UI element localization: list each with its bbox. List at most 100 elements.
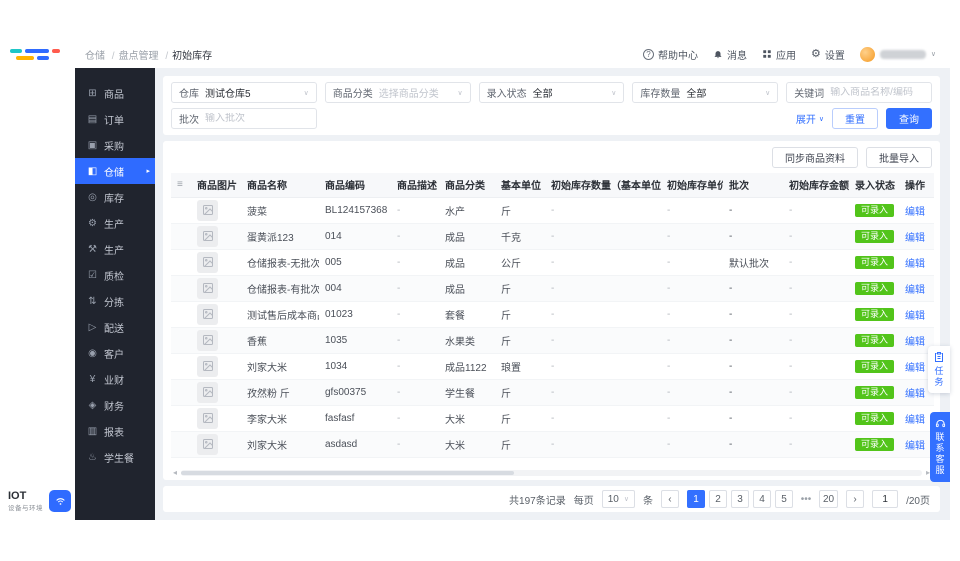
tasks-floating-button[interactable]: 任务 (928, 346, 950, 393)
settings-button[interactable]: ⚙ 设置 (811, 47, 845, 62)
product-code: gfs00375 (325, 386, 367, 398)
search-button[interactable]: 查询 (886, 108, 932, 129)
scrollbar-track[interactable] (181, 469, 922, 476)
edit-link[interactable]: 编辑 (905, 207, 925, 218)
contact-support-label: 联系客服 (934, 432, 945, 476)
product-desc: - (397, 386, 401, 398)
initial-qty: - (551, 360, 555, 372)
product-name: 仓储报表-无批次 (247, 258, 319, 270)
product-desc: - (397, 256, 401, 268)
product-name: 菠菜 (247, 206, 267, 218)
stock-qty-select[interactable]: 库存数量 全部 ∨ (632, 82, 779, 103)
user-menu[interactable]: ∨ (859, 46, 936, 62)
brand-logo-icon (9, 49, 60, 60)
per-page-select[interactable]: 10 ∨ (601, 490, 635, 508)
base-unit: 千克 (501, 232, 521, 244)
sidebar-item-label: 库存 (104, 193, 124, 205)
sync-products-button[interactable]: 同步商品资料 (772, 147, 858, 168)
entry-status-select[interactable]: 录入状态 全部 ∨ (478, 82, 625, 103)
next-page-button[interactable]: › (846, 490, 865, 508)
sidebar-item-reports[interactable]: ▥ 报表 ▸ (75, 418, 155, 444)
inventory-table: ≡ 商品图片 商品名称 商品编码 商品描述 商品分类 基本单位 初始库存数量（基… (171, 173, 934, 458)
product-category: 套餐 (445, 310, 465, 322)
messages-button[interactable]: 消息 (713, 47, 747, 62)
filter-caret-icon[interactable]: ▼ (898, 184, 899, 190)
keyword-label: 关键词 (794, 89, 825, 100)
table-row: 刘家大米 asdasd - 大米 斤 - - - - 可录入 编辑 (171, 431, 934, 458)
sidebar-item-customers[interactable]: ◉ 客户 ▸ (75, 340, 155, 366)
page-list: 1 2 3 4 5 ••• 20 (686, 490, 839, 508)
product-name: 香蕉 (247, 336, 267, 348)
image-icon (202, 439, 213, 449)
sidebar-item-production-2[interactable]: ⚒ 生产 ▸ (75, 236, 155, 262)
contact-support-button[interactable]: 联系客服 (930, 412, 950, 482)
sidebar-item-inventory[interactable]: ◎ 库存 ▸ (75, 184, 155, 210)
initial-price: - (667, 438, 671, 450)
iot-product-switcher[interactable]: IOT 设备与环境 (8, 490, 71, 512)
sidebar-item-student-meal[interactable]: ♨ 学生餐 ▸ (75, 444, 155, 470)
warehouse-icon: ◧ (87, 165, 98, 177)
edit-link[interactable]: 编辑 (905, 363, 925, 374)
page-button[interactable]: ••• (797, 490, 815, 508)
per-page-unit: 条 (642, 495, 653, 507)
initial-price: - (667, 360, 671, 372)
sidebar-item-label: 质检 (104, 271, 124, 283)
sidebar-item-quality-check[interactable]: ☑ 质检 ▸ (75, 262, 155, 288)
help-center-button[interactable]: ? 帮助中心 (643, 47, 698, 62)
bulk-import-button[interactable]: 批量导入 (866, 147, 932, 168)
page-button[interactable]: 4 (752, 490, 771, 508)
col-initial-qty: 初始库存数量（基本单位） (545, 173, 661, 198)
edit-link[interactable]: 编辑 (905, 259, 925, 270)
sidebar-item-business-finance[interactable]: ¥ 业财 ▸ (75, 366, 155, 392)
sidebar-item-finance[interactable]: ◈ 财务 ▸ (75, 392, 155, 418)
edit-link[interactable]: 编辑 (905, 415, 925, 426)
breadcrumb-stocktake[interactable]: 盘点管理 (119, 47, 173, 62)
edit-link[interactable]: 编辑 (905, 389, 925, 400)
sidebar-item-goods[interactable]: ⊞ 商品 ▸ (75, 80, 155, 106)
page-button[interactable]: 2 (708, 490, 727, 508)
page-button[interactable]: 5 (774, 490, 793, 508)
expand-toggle[interactable]: 展开 ∨ (796, 111, 824, 126)
page-button[interactable]: 3 (730, 490, 749, 508)
warehouse-select[interactable]: 仓库 测试仓库5 ∨ (171, 82, 317, 103)
page-button[interactable]: 20 (818, 490, 839, 508)
sidebar-item-delivery[interactable]: ▷ 配送 ▸ (75, 314, 155, 340)
initial-amount: - (789, 256, 793, 268)
page-button[interactable]: 1 (686, 490, 705, 508)
sidebar-item-sorting[interactable]: ⇅ 分拣 ▸ (75, 288, 155, 314)
edit-link[interactable]: 编辑 (905, 285, 925, 296)
keyword-field[interactable]: 关键词 (786, 82, 932, 103)
page-jump-input[interactable] (872, 490, 899, 508)
product-category: 成品1122 (445, 362, 487, 374)
row-gutter (171, 223, 191, 250)
edit-link[interactable]: 编辑 (905, 441, 925, 452)
scrollbar-thumb[interactable] (181, 470, 515, 475)
edit-link[interactable]: 编辑 (905, 311, 925, 322)
production-2-icon: ⚒ (88, 243, 97, 255)
row-gutter (171, 301, 191, 328)
initial-qty: - (551, 308, 555, 320)
sidebar-item-production[interactable]: ⚙ 生产 ▸ (75, 210, 155, 236)
batch-value: - (729, 282, 733, 294)
batch-field[interactable]: 批次 (171, 108, 317, 129)
reset-button[interactable]: 重置 (832, 108, 878, 129)
apps-button[interactable]: 应用 (762, 47, 796, 62)
prev-page-button[interactable]: ‹ (660, 490, 679, 508)
batch-input[interactable] (205, 113, 309, 124)
col-batch: 批次 (723, 173, 783, 198)
breadcrumb-warehouse[interactable]: 仓储 (85, 47, 119, 62)
category-select[interactable]: 商品分类 选择商品分类 ∨ (324, 82, 471, 103)
initial-price: - (667, 334, 671, 346)
column-settings-icon[interactable]: ≡ (177, 179, 183, 190)
batch-value: - (729, 438, 733, 450)
entry-status-badge: 可录入 (855, 255, 895, 269)
sidebar-item-purchase[interactable]: ▣ 采购 ▸ (75, 132, 155, 158)
table-row: 仓储报表-有批次 004 - 成品 斤 - - - - 可录入 编辑 (171, 275, 934, 302)
keyword-input[interactable] (830, 87, 924, 98)
scroll-left-icon[interactable]: ◂ (173, 468, 177, 477)
edit-link[interactable]: 编辑 (905, 233, 925, 244)
edit-link[interactable]: 编辑 (905, 337, 925, 348)
image-icon (202, 309, 213, 319)
sidebar-item-warehouse[interactable]: ◧ 仓储 ▸ (75, 158, 155, 184)
sidebar-item-orders[interactable]: ▤ 订单 ▸ (75, 106, 155, 132)
